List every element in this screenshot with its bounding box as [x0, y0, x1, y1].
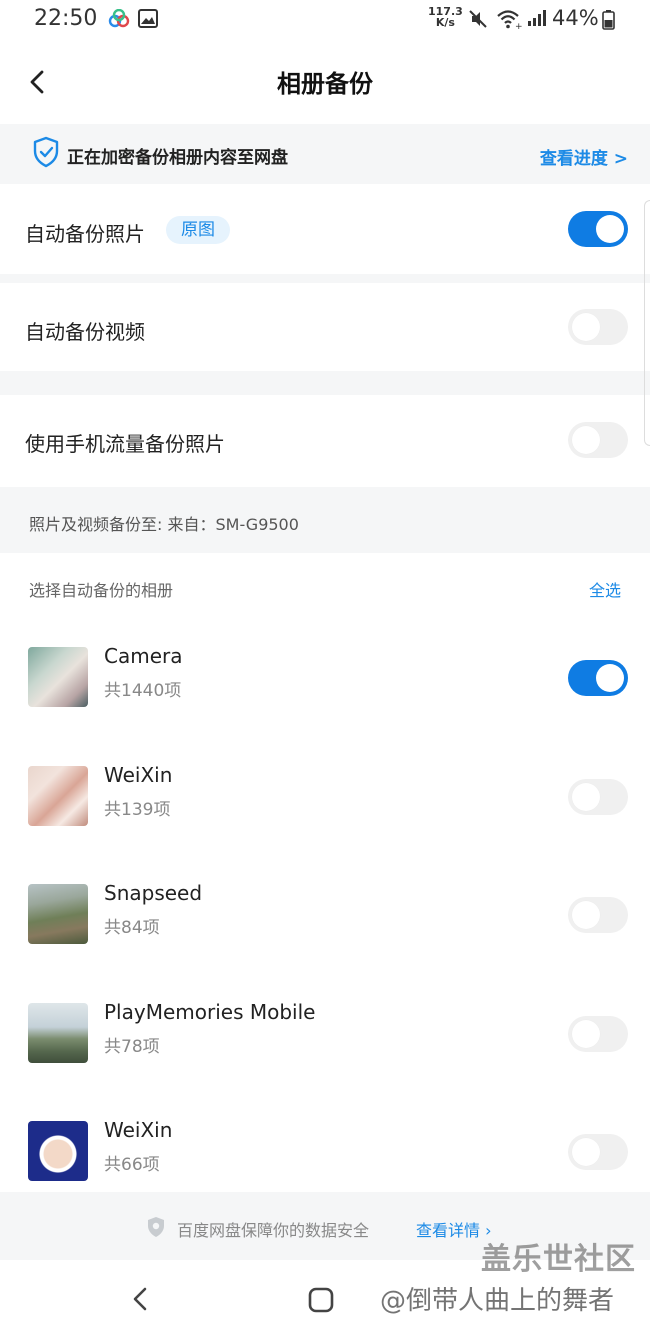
- site-watermark: 盖乐世社区: [481, 1242, 636, 1277]
- app-header: 相册备份: [0, 40, 650, 124]
- auto-backup-videos-row: 自动备份视频: [0, 283, 650, 371]
- mobile-data-row: 使用手机流量备份照片: [0, 395, 650, 487]
- svg-text:+: +: [515, 22, 522, 30]
- album-count: 共78项: [104, 1037, 160, 1057]
- auto-backup-photos-label: 自动备份照片: [25, 222, 145, 246]
- author-watermark: @倒带人曲上的舞者: [380, 1286, 615, 1316]
- nav-back-button[interactable]: [128, 1284, 154, 1318]
- album-thumbnail: [28, 647, 88, 707]
- toggle-knob: [572, 313, 600, 341]
- auto-backup-videos-toggle[interactable]: [568, 309, 628, 345]
- toggle-knob: [572, 1138, 600, 1166]
- album-name: Camera: [104, 644, 183, 668]
- album-select-header: 选择自动备份的相册 全选: [0, 553, 650, 619]
- gallery-icon: [138, 9, 158, 32]
- album-item[interactable]: WeiXin 共139项: [0, 738, 650, 856]
- album-item[interactable]: Snapseed 共84项: [0, 856, 650, 974]
- security-text: 百度网盘保障你的数据安全: [177, 1221, 370, 1240]
- album-toggle[interactable]: [568, 779, 628, 815]
- album-item[interactable]: PlayMemories Mobile 共78项: [0, 975, 650, 1093]
- auto-backup-photos-toggle[interactable]: [568, 211, 628, 247]
- album-item[interactable]: Camera 共1440项: [0, 619, 650, 737]
- album-toggle[interactable]: [568, 660, 628, 696]
- album-toggle[interactable]: [568, 1016, 628, 1052]
- backup-target-text: 照片及视频备份至: 来自：SM-G9500: [29, 515, 299, 534]
- notice-text: 正在加密备份相册内容至网盘: [67, 148, 288, 168]
- album-thumbnail: [28, 1121, 88, 1181]
- shield-icon: [146, 1216, 166, 1242]
- album-count: 共1440项: [104, 681, 182, 701]
- album-thumbnail: [28, 1003, 88, 1063]
- toggle-knob: [596, 215, 624, 243]
- select-all-button[interactable]: 全选: [589, 577, 621, 601]
- mobile-data-toggle[interactable]: [568, 422, 628, 458]
- toggle-knob: [596, 664, 624, 692]
- divider: [0, 274, 650, 283]
- mobile-data-label: 使用手机流量备份照片: [25, 432, 225, 456]
- home-icon: [308, 1287, 334, 1313]
- toggle-knob: [572, 1020, 600, 1048]
- view-progress-link[interactable]: 查看进度 >: [540, 144, 628, 169]
- encryption-notice: 正在加密备份相册内容至网盘 查看进度 >: [0, 124, 650, 184]
- backup-target-info: 照片及视频备份至: 来自：SM-G9500: [0, 487, 650, 553]
- page-title: 相册备份: [277, 70, 373, 98]
- toggle-knob: [572, 783, 600, 811]
- album-count: 共139项: [104, 800, 171, 820]
- album-select-label: 选择自动备份的相册: [29, 581, 174, 600]
- album-thumbnail: [28, 884, 88, 944]
- shield-check-icon: [32, 136, 60, 172]
- album-toggle[interactable]: [568, 1134, 628, 1170]
- edge-panel-handle[interactable]: [644, 200, 650, 446]
- album-count: 共84项: [104, 918, 160, 938]
- signal-icon: [527, 9, 547, 31]
- baidu-app-icon: [108, 8, 130, 33]
- toggle-knob: [572, 901, 600, 929]
- network-speed: 117.3 K/s: [428, 5, 463, 29]
- mute-icon: [468, 9, 488, 33]
- album-name: Snapseed: [104, 881, 203, 905]
- status-bar: 22:50 117.3 K/s + 44%: [0, 0, 650, 40]
- toggle-knob: [572, 426, 600, 454]
- album-name: PlayMemories Mobile: [104, 1000, 316, 1024]
- original-quality-tag[interactable]: 原图: [166, 216, 230, 244]
- divider: [0, 371, 650, 395]
- album-name: WeiXin: [104, 763, 173, 787]
- album-count: 共66项: [104, 1155, 160, 1175]
- status-time: 22:50: [34, 6, 98, 31]
- battery-icon: [602, 10, 615, 34]
- album-name: WeiXin: [104, 1118, 173, 1142]
- auto-backup-photos-row: 自动备份照片: [0, 184, 650, 274]
- album-toggle[interactable]: [568, 897, 628, 933]
- battery-level: 44%: [552, 6, 599, 30]
- nav-home-button[interactable]: [307, 1286, 335, 1318]
- wifi-icon: +: [496, 8, 523, 34]
- auto-backup-videos-label: 自动备份视频: [25, 320, 145, 344]
- chevron-left-icon: [133, 1287, 147, 1311]
- album-thumbnail: [28, 766, 88, 826]
